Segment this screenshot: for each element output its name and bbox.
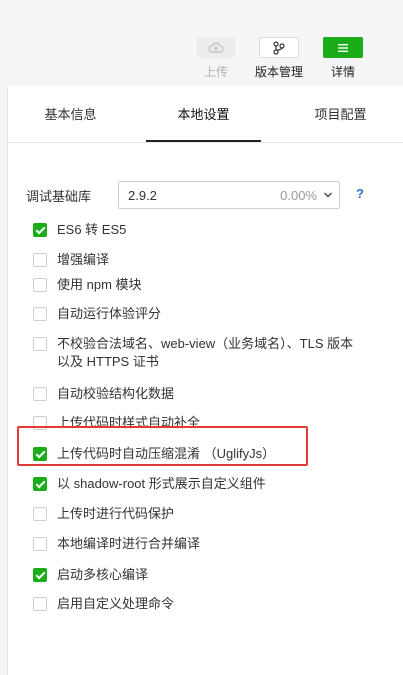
checkbox-checked[interactable]	[33, 568, 47, 582]
base-library-label: 调试基础库	[26, 188, 92, 204]
option-es6-to-es5[interactable]: ES6 转 ES5	[33, 221, 357, 239]
base-library-select[interactable]: 2.9.2 0.00%	[118, 181, 340, 209]
option-custom-commands[interactable]: 启用自定义处理命令	[33, 595, 357, 613]
version-management-label: 版本管理	[255, 65, 304, 79]
tab-project-config[interactable]: 项目配置	[283, 86, 398, 142]
checkbox[interactable]	[33, 253, 47, 267]
option-label: ES6 转 ES5	[57, 222, 127, 237]
option-code-protection[interactable]: 上传时进行代码保护	[33, 505, 357, 523]
tab-local-settings[interactable]: 本地设置	[146, 86, 261, 142]
option-enhanced-compile[interactable]: 增强编译	[33, 251, 357, 269]
checkbox[interactable]	[33, 507, 47, 521]
option-label: 本地编译时进行合并编译	[57, 536, 201, 551]
toolbar: 上传 版本管理 详情	[0, 0, 403, 86]
version-management-button[interactable]: 版本管理	[255, 37, 303, 80]
details-panel: 基本信息 本地设置 项目配置	[7, 86, 403, 675]
base-library-version: 2.9.2	[128, 188, 157, 203]
tabs-divider	[8, 142, 403, 143]
option-shadow-root[interactable]: 以 shadow-root 形式展示自定义组件	[33, 475, 357, 493]
option-label: 上传时进行代码保护	[57, 506, 175, 521]
base-library-row: 调试基础库	[26, 181, 111, 209]
option-label: 自动运行体验评分	[57, 306, 162, 321]
checkbox-checked[interactable]	[33, 477, 47, 491]
option-skip-domain-check[interactable]: 不校验合法域名、web-view（业务域名）、TLS 版本以及 HTTPS 证书	[33, 335, 357, 371]
menu-icon	[323, 37, 363, 58]
upload-label: 上传	[203, 65, 228, 79]
option-label: 不校验合法域名、web-view（业务域名）、TLS 版本以及 HTTPS 证书	[57, 336, 354, 369]
annotation-highlight-box	[17, 426, 308, 466]
checkbox[interactable]	[33, 307, 47, 321]
option-label: 以 shadow-root 形式展示自定义组件	[57, 476, 266, 491]
option-merge-compile[interactable]: 本地编译时进行合并编译	[33, 535, 357, 553]
option-npm-modules[interactable]: 使用 npm 模块	[33, 276, 357, 294]
base-library-usage: 0.00%	[280, 188, 317, 203]
option-multicore-compile[interactable]: 启动多核心编译	[33, 566, 357, 584]
checkbox[interactable]	[33, 278, 47, 292]
tab-basic-info[interactable]: 基本信息	[8, 86, 133, 142]
cloud-upload-icon	[197, 37, 235, 58]
help-icon[interactable]: ?	[356, 186, 364, 201]
chevron-down-icon	[323, 188, 333, 207]
option-auto-audit[interactable]: 自动运行体验评分	[33, 305, 357, 323]
option-label: 增强编译	[57, 252, 110, 267]
checkbox[interactable]	[33, 537, 47, 551]
checkbox[interactable]	[33, 337, 47, 351]
branch-icon	[259, 37, 299, 58]
option-validate-structured-data[interactable]: 自动校验结构化数据	[33, 385, 357, 403]
option-label: 自动校验结构化数据	[57, 386, 175, 401]
details-label: 详情	[330, 65, 355, 79]
checkbox[interactable]	[33, 597, 47, 611]
upload-button[interactable]: 上传	[192, 37, 240, 80]
option-label: 启动多核心编译	[57, 567, 149, 582]
checkbox-checked[interactable]	[33, 223, 47, 237]
option-label: 使用 npm 模块	[57, 277, 142, 292]
checkbox[interactable]	[33, 387, 47, 401]
option-label: 启用自定义处理命令	[57, 596, 175, 611]
details-button[interactable]: 详情	[319, 37, 367, 80]
